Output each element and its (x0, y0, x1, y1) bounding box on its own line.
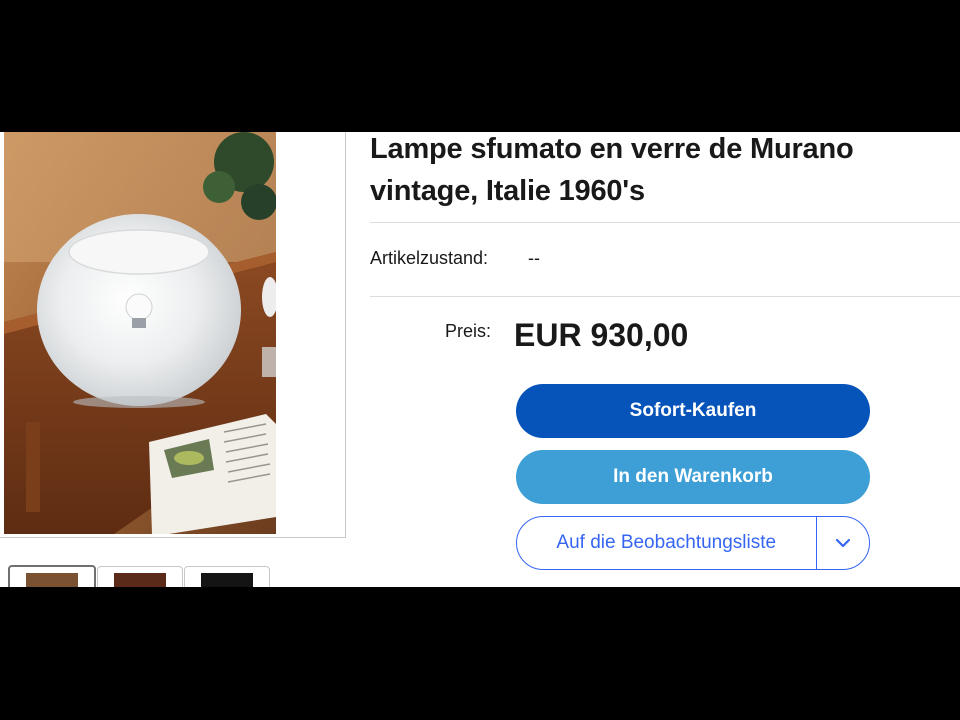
condition-label: Artikelzustand: (370, 248, 489, 268)
watchlist-control: Auf die Beobachtungsliste (516, 516, 870, 570)
main-product-image[interactable] (4, 132, 276, 534)
condition-divider (370, 296, 960, 297)
listing-viewport: Lampe sfumato en verre de Murano vintage… (0, 132, 960, 587)
add-to-cart-button[interactable]: In den Warenkorb (516, 450, 870, 504)
condition-value: -- (528, 248, 540, 268)
thumbnail-3[interactable] (184, 566, 270, 587)
title-divider (370, 222, 960, 223)
listing-title: Lampe sfumato en verre de Murano vintage… (370, 133, 854, 207)
watchlist-dropdown-button[interactable] (817, 517, 869, 569)
thumbnail-2[interactable] (97, 566, 183, 587)
chevron-down-icon (835, 538, 851, 548)
buy-now-button[interactable]: Sofort-Kaufen (516, 384, 870, 438)
price-value: EUR 930,00 (514, 317, 689, 353)
price-label: Preis: (445, 321, 492, 341)
add-to-watchlist-button[interactable]: Auf die Beobachtungsliste (517, 517, 816, 569)
thumbnail-1[interactable] (8, 565, 96, 587)
